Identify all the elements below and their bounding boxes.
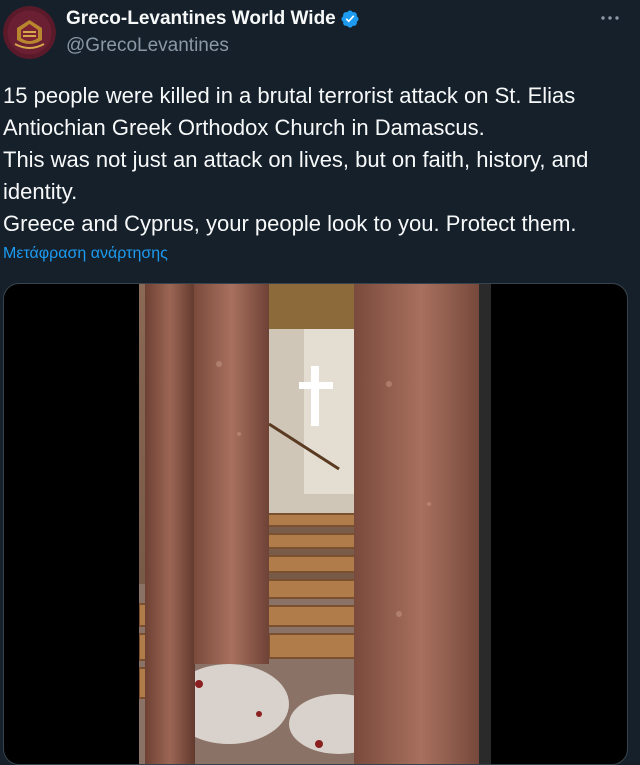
tweet-text-line: This was not just an attack on lives, bu…: [3, 147, 589, 204]
tweet-text: 15 people were killed in a brutal terror…: [3, 80, 633, 240]
translate-post-link[interactable]: Μετάφραση ανάρτησης: [3, 245, 168, 263]
media-container[interactable]: [3, 283, 628, 765]
tweet-text-line: Greece and Cyprus, your people look to y…: [3, 211, 577, 236]
user-handle[interactable]: @GrecoLevantines: [66, 35, 229, 57]
tweet-text-line: 15 people were killed in a brutal terror…: [3, 83, 576, 140]
video-thumbnail[interactable]: [138, 284, 491, 764]
avatar[interactable]: [3, 6, 56, 59]
more-options-icon[interactable]: [598, 6, 622, 30]
display-name[interactable]: Greco-Levantines World Wide: [66, 8, 336, 30]
verified-badge-icon: [340, 9, 360, 29]
